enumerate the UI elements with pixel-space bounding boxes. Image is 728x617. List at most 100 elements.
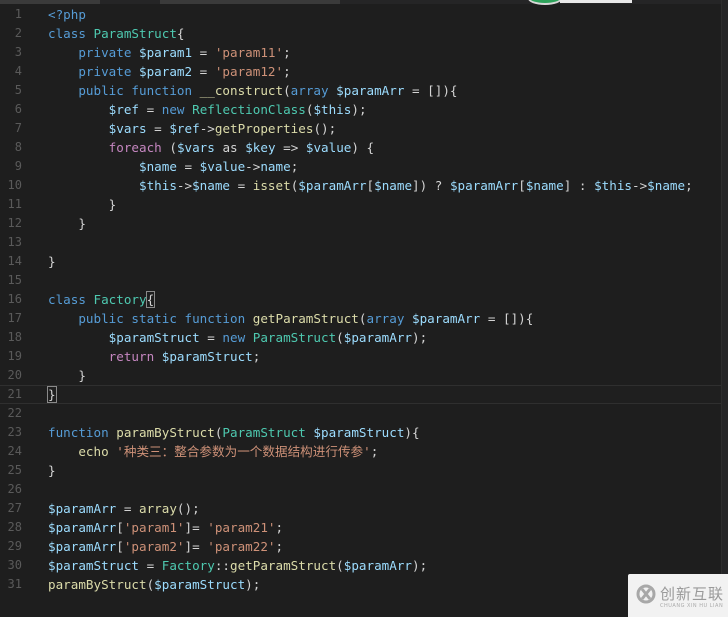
line-number: 6 xyxy=(14,102,22,116)
code-line[interactable]: 6 $ref = new ReflectionClass($this); xyxy=(0,100,722,119)
tab-1[interactable] xyxy=(0,0,100,4)
code-token: public static function xyxy=(78,311,253,326)
code-token: ( xyxy=(169,140,177,155)
code-line[interactable]: 15 xyxy=(0,271,722,290)
code-token: $paramArr xyxy=(343,558,412,573)
code-line[interactable]: 1 <?php xyxy=(0,5,722,24)
code-line[interactable]: 14} xyxy=(0,252,722,271)
vertical-scrollbar[interactable] xyxy=(721,0,728,617)
line-number: 22 xyxy=(7,406,22,420)
code-editor[interactable]: 1 <?php 2 class ParamStruct{3 private $para… xyxy=(0,5,722,594)
code-token: :: xyxy=(214,558,230,573)
code-line[interactable]: 8 foreach ($vars as $key => $value) { xyxy=(0,138,722,157)
code-token: $paramArr xyxy=(343,330,413,345)
line-code: public static function getParamStruct(ar… xyxy=(48,309,533,328)
code-token: ); xyxy=(412,330,428,345)
code-token: 'param2' xyxy=(123,539,185,554)
code-line[interactable]: 30 $paramStruct = Factory::getParamStruct… xyxy=(0,556,722,575)
code-token: $this xyxy=(139,178,177,193)
brand-logo-icon xyxy=(636,584,656,604)
bracket-match-highlight: { xyxy=(145,291,156,308)
code-token: array xyxy=(139,501,177,516)
code-token: class xyxy=(48,26,94,41)
line-code: $paramStruct = Factory::getParamStruct($… xyxy=(48,556,427,575)
line-number: 23 xyxy=(7,425,22,439)
line-number: 15 xyxy=(7,273,22,287)
code-line[interactable]: 29 $paramArr['param2']= 'param22'; xyxy=(0,537,722,556)
code-token: } xyxy=(48,254,56,269)
code-token: = xyxy=(116,501,139,516)
code-line[interactable]: 2 class ParamStruct{ xyxy=(0,24,722,43)
code-line[interactable]: 16 class Factory{ xyxy=(0,290,722,309)
code-token: 'param1' xyxy=(123,520,185,535)
line-number: 11 xyxy=(7,197,22,211)
code-token: $name xyxy=(525,178,564,193)
line-number: 3 xyxy=(14,45,22,59)
code-token: $param1 xyxy=(139,45,193,60)
code-token: $this xyxy=(594,178,632,193)
tab-2[interactable] xyxy=(160,0,340,4)
code-token: $name xyxy=(192,178,231,193)
code-line[interactable]: 4 private $param2 = 'param12'; xyxy=(0,62,722,81)
code-token: ); xyxy=(412,558,428,573)
code-token: ] : xyxy=(563,178,595,193)
code-token: [ xyxy=(366,178,375,193)
code-token: } xyxy=(48,216,86,231)
code-token: getParamStruct xyxy=(230,558,337,573)
code-line[interactable]: 17 public static function getParamStruct… xyxy=(0,309,722,328)
code-line[interactable]: 31 paramByStruct($paramStruct); xyxy=(0,575,722,594)
code-token: __construct xyxy=(199,83,284,98)
code-line[interactable]: 23 function paramByStruct(ParamStruct $pa… xyxy=(0,423,722,442)
code-token: $paramArr xyxy=(298,178,367,193)
code-token: ){ xyxy=(404,425,420,440)
code-line[interactable]: 13 xyxy=(0,233,722,252)
watermark-subtext: CHUANG XIN HU LIAN xyxy=(660,603,724,609)
bracket-match-highlight: } xyxy=(47,386,57,403)
code-line[interactable]: 20 } xyxy=(0,366,722,385)
code-line[interactable]: 5 public function __construct(array $par… xyxy=(0,81,722,100)
code-line[interactable]: 27 $paramArr = array(); xyxy=(0,499,722,518)
code-line[interactable]: 10 $this->$name = isset($paramArr[$name]… xyxy=(0,176,722,195)
code-token: getParamStruct xyxy=(252,311,359,326)
line-number: 26 xyxy=(7,482,22,496)
code-token: ); xyxy=(245,577,261,592)
code-line[interactable]: 25} xyxy=(0,461,722,480)
code-token: ParamStruct xyxy=(252,330,337,345)
code-token: public function xyxy=(78,83,200,98)
code-token: $vars xyxy=(176,140,215,155)
code-token: ParamStruct xyxy=(93,26,177,41)
code-line[interactable]: 11 } xyxy=(0,195,722,214)
code-line[interactable]: 7 $vars = $ref->getProperties(); xyxy=(0,119,722,138)
code-line[interactable]: 12 } xyxy=(0,214,722,233)
code-line[interactable]: 28 $paramArr['param1']= 'param21'; xyxy=(0,518,722,537)
code-token: ( xyxy=(283,83,291,98)
line-number: 16 xyxy=(7,292,22,306)
line-code: } xyxy=(47,385,57,404)
code-token: = xyxy=(176,159,200,174)
line-number: 30 xyxy=(7,558,22,572)
line-number: 18 xyxy=(7,330,22,344)
code-line[interactable]: 9 $name = $value->name; xyxy=(0,157,722,176)
code-token: 'param11' xyxy=(214,45,284,60)
code-line[interactable]: 19 return $paramStruct; xyxy=(0,347,722,366)
code-line[interactable]: 24 echo '种类三：整合参数为一个数据结构进行传参'; xyxy=(0,442,722,461)
code-token: echo xyxy=(78,444,117,459)
code-line[interactable]: 22 xyxy=(0,404,722,423)
code-line[interactable]: 26 xyxy=(0,480,722,499)
line-code: $name = $value->name; xyxy=(48,157,298,176)
code-line[interactable]: 3 private $param1 = 'param11'; xyxy=(0,43,722,62)
code-line[interactable]: 18 $paramStruct = new ParamStruct($param… xyxy=(0,328,722,347)
line-code: } xyxy=(48,461,56,480)
code-token: } xyxy=(48,463,56,478)
code-token: $name xyxy=(374,178,413,193)
code-token: private xyxy=(78,45,140,60)
line-code: $this->$name = isset($paramArr[$name]) ?… xyxy=(48,176,693,195)
code-line[interactable]: 21} xyxy=(0,385,722,404)
